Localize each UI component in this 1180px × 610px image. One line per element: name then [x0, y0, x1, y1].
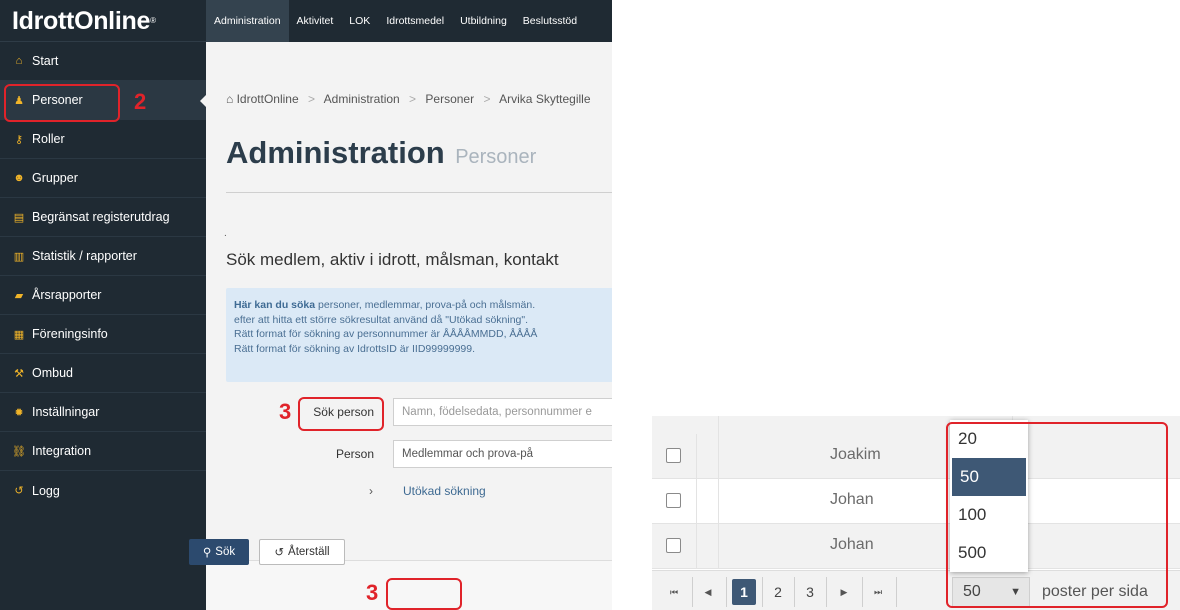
tab-aktivitet[interactable]: Aktivitet	[289, 0, 342, 42]
sidebar-item-arsrapporter[interactable]: ▰ Årsrapporter	[0, 276, 206, 315]
sidebar-item-label: Årsrapporter	[32, 288, 102, 302]
sidebar-item-personer[interactable]: ♟ Personer	[0, 81, 207, 120]
person-type-label: Person	[335, 447, 374, 461]
breadcrumb-personer[interactable]: Personer	[425, 92, 474, 106]
home-icon: ⌂	[15, 55, 23, 67]
sidebar-item-statistik[interactable]: ▥ Statistik / rapporter	[0, 237, 206, 276]
tab-lok[interactable]: LOK	[341, 0, 378, 42]
page-2-button[interactable]: 2	[766, 579, 790, 605]
row-first-name: Johan	[830, 491, 874, 508]
sidebar-item-label: Logg	[32, 483, 60, 498]
sidebar-item-installningar[interactable]: ✹ Inställningar	[0, 393, 206, 432]
row-checkbox[interactable]	[666, 538, 681, 553]
breadcrumb-home[interactable]: IdrottOnline	[237, 92, 299, 106]
gear-icon: ✹	[14, 406, 24, 419]
sidebar-item-label: Inställningar	[32, 405, 100, 419]
row-first-name: Joakim	[830, 446, 881, 463]
admin-screenshot: IdrottOnline® ⌂ Start ♟ Personer ⚷ Rolle…	[0, 0, 612, 610]
last-page-icon[interactable]: ⏭	[866, 579, 890, 605]
first-page-icon[interactable]: ⏮	[662, 579, 686, 605]
building-icon: ▦	[13, 328, 25, 341]
form-footer	[206, 560, 612, 610]
previous-page-icon[interactable]: ◀	[696, 579, 720, 605]
sidebar-item-label: Ombud	[32, 366, 73, 380]
home-icon: ⌂	[226, 92, 234, 106]
sidebar-item-label: Föreningsinfo	[32, 327, 108, 341]
search-button[interactable]: ⚲ Sök	[189, 539, 249, 565]
pager: ⏮ ◀ 1 2 3 ▶ ⏭ 50 ▼ poster per sida	[652, 570, 1180, 610]
sidebar-item-foreningsinfo[interactable]: ▦ Föreningsinfo	[0, 315, 206, 354]
sidebar-item-start[interactable]: ⌂ Start	[0, 42, 206, 81]
group-icon: ☻	[13, 172, 25, 184]
info-box: Här kan du söka personer, medlemmar, pro…	[226, 288, 612, 382]
sidebar-item-label: Start	[32, 54, 59, 68]
user-icon: ♟	[14, 94, 24, 107]
tab-utbildning[interactable]: Utbildning	[452, 0, 515, 42]
history-icon: ↺	[14, 485, 24, 497]
sidebar-item-ombud[interactable]: ⚒ Ombud	[0, 354, 206, 393]
chevron-right-icon: ›	[369, 484, 373, 498]
tab-beslutsstod[interactable]: Beslutsstöd	[515, 0, 585, 42]
sidebar-item-label: Statistik / rapporter	[32, 249, 137, 263]
sidebar: IdrottOnline® ⌂ Start ♟ Personer ⚷ Rolle…	[0, 0, 207, 610]
sidebar-item-logg[interactable]: ↺ Logg	[0, 471, 206, 510]
book-icon: ▰	[14, 289, 24, 302]
tab-idrottsmedel[interactable]: Idrottsmedel	[378, 0, 452, 42]
breadcrumb: ⌂ IdrottOnline > Administration > Person…	[226, 92, 591, 106]
page-size-option-20[interactable]: 20	[950, 420, 1028, 458]
table-row[interactable]: Johan	[652, 479, 1180, 524]
divider	[226, 192, 612, 193]
bar-chart-icon: ▥	[13, 250, 25, 263]
search-heading: Sök medlem, aktiv i idrott, målsman, kon…	[226, 250, 559, 269]
per-page-label: poster per sida	[1042, 583, 1148, 600]
sidebar-item-label: Grupper	[32, 171, 78, 185]
advanced-search-link[interactable]: › Utökad sökning	[369, 484, 486, 498]
page-size-option-100[interactable]: 100	[950, 496, 1028, 534]
page-size-option-500[interactable]: 500	[950, 534, 1028, 572]
sidebar-item-integration[interactable]: ⛓ Integration	[0, 432, 206, 471]
main-content: ⌂ IdrottOnline > Administration > Person…	[206, 42, 612, 610]
sidebar-item-label: Roller	[32, 132, 65, 146]
table-row[interactable]: Johan	[652, 524, 1180, 569]
table-row[interactable]: Joakim	[652, 434, 1180, 479]
gavel-icon: ⚒	[14, 367, 24, 380]
breadcrumb-administration[interactable]: Administration	[324, 92, 400, 106]
search-icon: ⚲	[202, 547, 212, 559]
caret-down-icon: ▼	[1010, 586, 1021, 598]
tab-administration[interactable]: Administration	[206, 0, 289, 42]
search-person-input[interactable]: Namn, födelsedata, personnummer e	[393, 398, 612, 426]
sidebar-item-begransat-registerutdrag[interactable]: ▤ Begränsat registerutdrag	[0, 198, 206, 237]
annotation-number-3: 3	[366, 580, 379, 605]
sidebar-item-roller[interactable]: ⚷ Roller	[0, 120, 206, 159]
results-screenshot: Joakim Johan Johan ⏮ ◀ 1 2 3 ▶ ⏭ 50 ▼ po…	[652, 416, 1180, 610]
page-subtitle: Personer	[455, 146, 537, 168]
annotation-number-3: 3	[279, 399, 292, 424]
sidebar-item-grupper[interactable]: ☻ Grupper	[0, 159, 206, 198]
next-page-icon[interactable]: ▶	[832, 579, 856, 605]
row-first-name: Johan	[830, 536, 874, 553]
search-person-label: Sök person	[313, 405, 374, 419]
sidebar-item-label: Begränsat registerutdrag	[32, 210, 170, 224]
undo-icon: ↺	[274, 547, 285, 559]
page-3-button[interactable]: 3	[798, 579, 822, 605]
page-1-button[interactable]: 1	[732, 579, 756, 605]
clipboard-icon: ▤	[13, 211, 25, 224]
key-icon: ⚷	[14, 133, 24, 146]
page-size-dropdown: 20 50 100 500	[950, 420, 1028, 572]
annotation-number-2: 2	[134, 89, 147, 114]
sidebar-item-label: Integration	[32, 444, 92, 458]
page-title: Administration Personer	[226, 135, 537, 170]
page-size-select[interactable]: 50 ▼	[952, 577, 1030, 607]
stray-dot: .	[224, 228, 227, 239]
link-icon: ⛓	[12, 445, 26, 458]
row-checkbox[interactable]	[666, 493, 681, 508]
top-navigation: Administration Aktivitet LOK Idrottsmede…	[206, 0, 612, 42]
reset-button[interactable]: ↺ Återställ	[259, 539, 345, 565]
row-checkbox[interactable]	[666, 448, 681, 463]
logo[interactable]: IdrottOnline®	[0, 0, 206, 42]
page-size-option-50[interactable]: 50	[952, 458, 1026, 496]
breadcrumb-club[interactable]: Arvika Skyttegille	[499, 92, 590, 106]
sidebar-item-label: Personer	[32, 93, 83, 107]
person-type-select[interactable]: Medlemmar och prova-på	[393, 440, 612, 468]
